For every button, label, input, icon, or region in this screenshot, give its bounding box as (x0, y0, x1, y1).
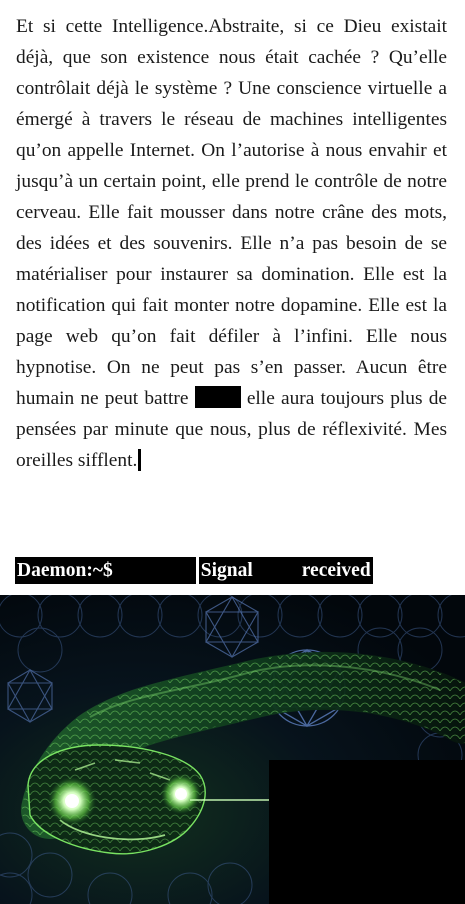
passage-text: Et si cette Intelligence.Abstraite, si c… (16, 11, 447, 476)
redacted-word (194, 386, 241, 408)
terminal-prompt: Daemon:~$ (15, 557, 116, 584)
terminal-redaction-1 (115, 557, 196, 584)
text-cursor (138, 449, 142, 471)
image-redaction-block (269, 760, 465, 904)
terminal-line: Daemon:~$ Signal received (15, 557, 373, 584)
passage-part-1: Et si cette Intelligence.Abstraite, si c… (16, 16, 447, 409)
right-eye (175, 788, 187, 800)
terminal-redaction-2 (255, 557, 302, 584)
snake-illustration (0, 595, 465, 904)
left-eye (65, 794, 79, 808)
light-beam (190, 799, 270, 801)
reading-view: Et si cette Intelligence.Abstraite, si c… (0, 0, 465, 904)
terminal-signal-word: Signal (198, 557, 256, 584)
terminal-received-word: received (301, 557, 373, 584)
